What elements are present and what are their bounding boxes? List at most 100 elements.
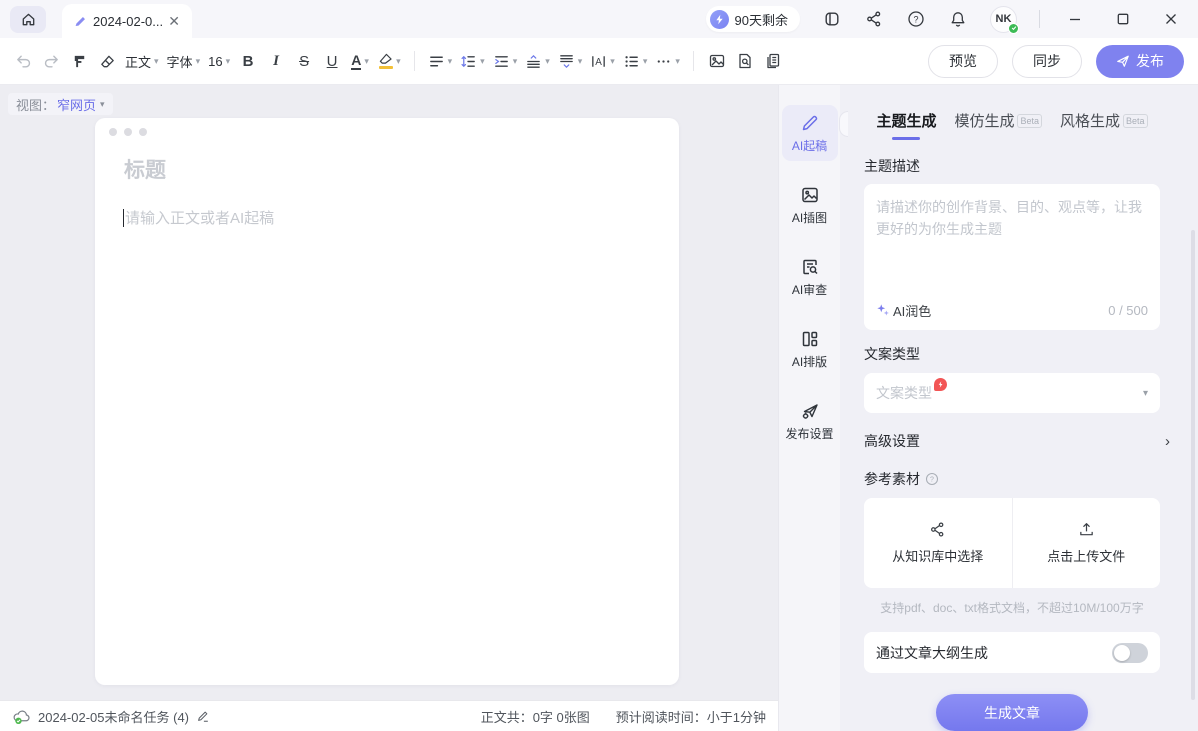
ai-layout-icon xyxy=(800,329,820,349)
lightning-icon xyxy=(710,10,729,29)
chevron-right-icon: › xyxy=(1165,433,1170,450)
upload-hint: 支持pdf、doc、txt格式文档，不超过10M/100万字 xyxy=(864,599,1160,616)
insert-image-button[interactable] xyxy=(704,47,730,75)
advanced-settings-row[interactable]: 高级设置 › xyxy=(864,431,1160,451)
beta-badge: Beta xyxy=(1017,114,1042,128)
sidebar-item-ai-illustration[interactable]: AI插图 xyxy=(782,177,838,233)
font-size-select[interactable]: 16▾ xyxy=(205,47,233,75)
tab-style-generation[interactable]: 风格生成 Beta xyxy=(1060,110,1148,140)
reading-time: 预计阅读时间：小于1分钟 xyxy=(616,707,766,726)
strikethrough-button[interactable]: S xyxy=(291,47,317,75)
view-mode-select[interactable]: 视图： 窄网页 ▾ xyxy=(8,93,113,115)
rename-task-icon[interactable] xyxy=(196,709,210,723)
ai-polish-button[interactable]: AI润色 xyxy=(876,301,931,320)
select-from-knowledge-base-button[interactable]: 从知识库中选择 xyxy=(864,498,1013,588)
upload-file-button[interactable]: 点击上传文件 xyxy=(1013,498,1161,588)
font-color-button[interactable]: A▾ xyxy=(347,47,373,75)
paragraph-style-select[interactable]: 正文▾ xyxy=(122,47,162,75)
bullet-list-button[interactable]: ▾ xyxy=(620,47,651,75)
generate-article-button[interactable]: 生成文章 xyxy=(936,694,1088,731)
body-word-count: 正文共：0字 0张图 xyxy=(481,707,590,726)
verified-badge-icon xyxy=(1008,23,1019,34)
space-above-paragraph-button[interactable]: ▾ xyxy=(522,47,553,75)
generation-panel: 主题生成 模仿生成 Beta 风格生成 Beta 主题描述 AI润色 0 / 5… xyxy=(840,85,1198,731)
underline-button[interactable]: U xyxy=(319,47,345,75)
editor-canvas: 视图： 窄网页 ▾ 标题 请输入正文或者AI起稿 xyxy=(0,85,778,700)
bold-button[interactable]: B xyxy=(235,47,261,75)
sync-button[interactable]: 同步 xyxy=(1012,45,1082,78)
sidebar-item-publish-settings[interactable]: 发布设置 xyxy=(782,393,838,449)
ai-image-icon xyxy=(800,185,820,205)
divider xyxy=(1039,10,1040,28)
clear-format-button[interactable] xyxy=(94,47,120,75)
topic-description-card: AI润色 0 / 500 xyxy=(864,184,1160,330)
sidebar-item-ai-draft[interactable]: AI起稿 xyxy=(782,105,838,161)
publish-button[interactable]: 发布 xyxy=(1096,45,1184,78)
publish-settings-icon xyxy=(800,401,820,421)
status-bar: 2024-02-05未命名任务 (4) 正文共：0字 0张图 预计阅读时间：小于… xyxy=(0,700,778,731)
tab-title: 2024-02-0... xyxy=(93,14,166,29)
highlighter-icon xyxy=(378,53,393,65)
text-cursor xyxy=(123,209,124,227)
maximize-button[interactable] xyxy=(1110,6,1136,32)
doc-review-button[interactable] xyxy=(732,47,758,75)
knowledge-base-icon xyxy=(929,521,946,538)
user-avatar[interactable]: NK xyxy=(990,6,1017,33)
redo-button[interactable] xyxy=(38,47,64,75)
tab-imitation-generation[interactable]: 模仿生成 Beta xyxy=(954,110,1042,140)
sidebar-item-ai-review[interactable]: AI审查 xyxy=(782,249,838,305)
more-tools-button[interactable]: ▾ xyxy=(652,47,683,75)
tab-close-icon[interactable]: ✕ xyxy=(166,12,182,30)
close-button[interactable] xyxy=(1158,6,1184,32)
chevron-down-icon: ▾ xyxy=(100,99,105,110)
svg-text:?: ? xyxy=(930,477,934,484)
panel-scrollbar[interactable] xyxy=(1191,230,1195,700)
cloud-saved-icon xyxy=(12,708,31,725)
svg-text:?: ? xyxy=(913,14,918,24)
font-family-select[interactable]: 字体▾ xyxy=(164,47,204,75)
panel-collapse-handle[interactable] xyxy=(839,111,848,137)
copy-document-button[interactable] xyxy=(760,47,786,75)
help-icon[interactable]: ? xyxy=(906,9,926,29)
letter-spacing-button[interactable]: A▾ xyxy=(587,47,618,75)
reference-material-label: 参考素材 xyxy=(864,469,920,489)
trial-remaining-badge[interactable]: 90天剩余 xyxy=(706,6,800,32)
format-toolbar: 正文▾ 字体▾ 16▾ B I S U A▾ ▾ xyxy=(0,38,1198,85)
template-icon[interactable] xyxy=(822,9,842,29)
beta-badge: Beta xyxy=(1123,114,1148,128)
body-input-placeholder[interactable]: 请输入正文或者AI起稿 xyxy=(123,207,274,228)
reference-help-icon[interactable]: ? xyxy=(925,472,939,486)
indent-button[interactable]: ▾ xyxy=(490,47,521,75)
title-bar: 2024-02-0... ✕ 90天剩余 ? NK xyxy=(0,0,1198,38)
highlight-color-button[interactable]: ▾ xyxy=(375,47,404,75)
pencil-icon xyxy=(74,15,87,28)
outline-toggle[interactable] xyxy=(1112,643,1148,663)
align-button[interactable]: ▾ xyxy=(425,47,456,75)
format-painter-button[interactable] xyxy=(66,47,92,75)
char-counter: 0 / 500 xyxy=(1108,303,1148,318)
home-button[interactable] xyxy=(10,6,46,33)
bell-icon[interactable] xyxy=(948,9,968,29)
line-height-button[interactable]: ▾ xyxy=(457,47,488,75)
window-dots-decoration xyxy=(109,128,147,136)
italic-button[interactable]: I xyxy=(263,47,289,75)
space-below-paragraph-button[interactable]: ▾ xyxy=(555,47,586,75)
app-window: 2024-02-0... ✕ 90天剩余 ? NK xyxy=(0,0,1198,731)
title-input-placeholder[interactable]: 标题 xyxy=(124,154,166,184)
preview-button[interactable]: 预览 xyxy=(928,45,998,78)
copy-type-select[interactable]: 文案类型 ▾ xyxy=(864,373,1160,414)
minimize-button[interactable] xyxy=(1062,6,1088,32)
tab-topic-generation[interactable]: 主题生成 xyxy=(876,110,936,140)
svg-text:A: A xyxy=(595,56,602,67)
document-editor[interactable]: 标题 请输入正文或者AI起稿 xyxy=(95,118,679,685)
sidebar-item-ai-layout[interactable]: AI排版 xyxy=(782,321,838,377)
hot-badge-icon xyxy=(934,378,947,391)
divider xyxy=(693,51,694,71)
undo-button[interactable] xyxy=(10,47,36,75)
reference-source-cards: 从知识库中选择 点击上传文件 xyxy=(864,498,1160,588)
document-tab[interactable]: 2024-02-0... ✕ xyxy=(62,4,192,38)
ai-draft-pencil-icon xyxy=(800,113,820,133)
share-nodes-icon[interactable] xyxy=(864,9,884,29)
topic-description-input[interactable] xyxy=(864,184,1160,284)
task-name: 2024-02-05未命名任务 (4) xyxy=(38,707,189,726)
